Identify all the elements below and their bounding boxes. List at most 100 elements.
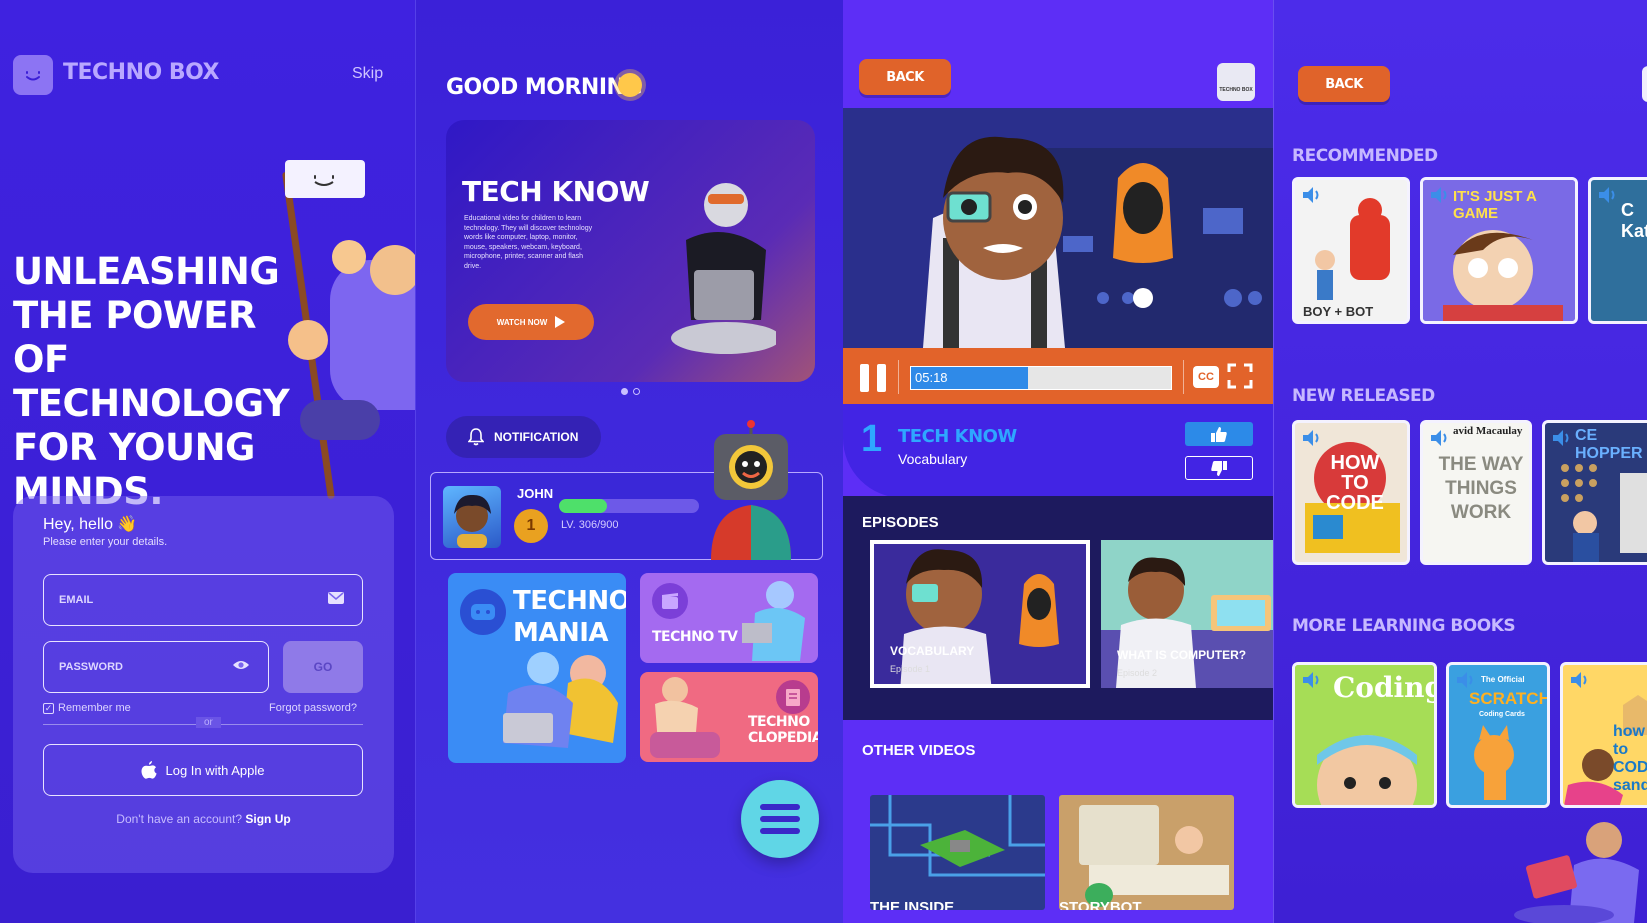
video-frame[interactable] <box>843 108 1273 348</box>
techno-box-logo: TECHNO BOX <box>1217 63 1255 101</box>
book-card[interactable]: Coding! <box>1292 662 1437 808</box>
apple-login-label: Log In with Apple <box>165 762 265 778</box>
signup-prompt: Don't have an account? Sign Up <box>13 812 394 826</box>
library-screen: BACK RECOMMENDED BOY + BOT IT'S JUST A G… <box>1273 0 1647 923</box>
carousel-dots <box>621 388 640 395</box>
recommended-heading: RECOMMENDED <box>1292 146 1438 166</box>
speaker-icon[interactable] <box>1300 427 1322 449</box>
techno-mania-tile[interactable]: TECHNO MANIA <box>448 573 626 763</box>
book-title: BOY + BOT <box>1303 304 1374 319</box>
play-icon <box>555 316 566 328</box>
login-screen: TECHNO BOX Skip UNLEASHING THE POWER OF … <box>0 0 415 923</box>
video-title: THE INSIDE <box>870 899 955 910</box>
hamburger-icon <box>760 804 800 834</box>
skip-link[interactable]: Skip <box>352 65 383 83</box>
other-videos-heading: OTHER VIDEOS <box>862 742 976 759</box>
notification-button[interactable]: NOTIFICATION <box>446 416 601 458</box>
back-button[interactable]: BACK <box>859 59 951 95</box>
menu-button[interactable] <box>741 780 819 858</box>
book-card[interactable]: HOW TO CODE <box>1292 420 1410 565</box>
episode-card[interactable]: VOCABULARY Episode 1 <box>870 540 1090 688</box>
book-title: HOW TO CODE <box>1326 452 1384 514</box>
app-showcase: TECHNO BOX Skip UNLEASHING THE POWER OF … <box>0 0 1647 923</box>
dislike-button[interactable] <box>1185 456 1253 480</box>
book-title: THE WAY THINGS WORK <box>1438 454 1524 523</box>
book-card[interactable]: BOY + BOT <box>1292 177 1410 324</box>
hero-headline: UNLEASHING THE POWER OF TECHNOLOGY FOR Y… <box>13 250 290 513</box>
remember-me-checkbox[interactable]: ✓ Remember me <box>43 702 131 714</box>
notification-label: NOTIFICATION <box>494 430 579 444</box>
episodes-section: EPISODES VOCABULARY Episode 1 WHAT IS CO… <box>843 496 1273 720</box>
mascot-leg <box>300 400 380 440</box>
speaker-icon[interactable] <box>1596 184 1618 206</box>
level-progress-bar <box>559 499 699 513</box>
thumbs-down-icon <box>1211 460 1227 476</box>
keyboard-thumbnail <box>1059 795 1234 910</box>
circuit-board-thumbnail <box>870 795 1045 910</box>
carousel-dot[interactable] <box>621 388 628 395</box>
apple-icon <box>141 760 158 779</box>
episode-card[interactable]: WHAT IS COMPUTER? Episode 2 <box>1101 540 1273 688</box>
speaker-icon[interactable] <box>1550 427 1572 449</box>
speaker-icon[interactable] <box>1300 184 1322 206</box>
logo-edge <box>1642 66 1647 102</box>
medal-badge: 1 <box>514 509 548 543</box>
episode-card-title: VOCABULARY <box>890 644 975 658</box>
episode-thumbnail <box>1101 540 1273 688</box>
thumbs-up-icon <box>1211 426 1227 442</box>
sun-icon <box>618 73 642 97</box>
laptop-character-illustration <box>671 183 776 354</box>
techno-tv-tile[interactable]: TECHNO TV <box>640 573 818 663</box>
eye-icon[interactable] <box>232 658 250 676</box>
video-progress-bar[interactable] <box>910 366 1172 390</box>
sign-up-link[interactable]: Sign Up <box>245 812 290 826</box>
book-title: SCRATCH <box>1469 689 1550 708</box>
like-button[interactable] <box>1185 422 1253 446</box>
speaker-icon[interactable] <box>1454 669 1476 691</box>
closed-captions-button[interactable]: CC <box>1193 366 1219 388</box>
techno-clopedia-tile[interactable]: TECHNO CLOPEDIA <box>640 672 818 762</box>
watch-now-button[interactable]: WATCH NOW <box>468 304 594 340</box>
remember-label: Remember me <box>58 702 131 714</box>
other-videos-section: OTHER VIDEOS THE INSIDE STORYBOT <box>843 720 1273 923</box>
book-title: Coding! <box>1333 671 1434 704</box>
mascot-fist <box>332 240 366 274</box>
watch-now-label: WATCH NOW <box>496 317 548 327</box>
greeting: Hey, hello 👋 <box>43 516 138 533</box>
episode-subtitle: Vocabulary <box>898 451 968 467</box>
episode-title: TECH KNOW <box>898 426 1017 447</box>
back-button[interactable]: BACK <box>1298 66 1390 102</box>
speaker-icon[interactable] <box>1428 427 1450 449</box>
book-subtitle: Coding Cards <box>1479 711 1525 718</box>
forgot-password-link[interactable]: Forgot password? <box>269 702 357 714</box>
episode-card-sub: Episode 2 <box>1117 668 1158 678</box>
fullscreen-icon[interactable] <box>1227 363 1253 389</box>
book-card[interactable]: IT'S JUST A GAME <box>1420 177 1578 324</box>
book-card[interactable]: C Kath <box>1588 177 1647 324</box>
book-card[interactable]: CE HOPPER <box>1542 420 1647 565</box>
speaker-icon[interactable] <box>1568 669 1590 691</box>
video-time: 05:18 <box>915 370 948 385</box>
login-card: Hey, hello 👋 Please enter your details. … <box>13 496 394 873</box>
banner-title: TECH KNOW <box>462 175 650 208</box>
book-card[interactable]: The Official SCRATCH Coding Cards <box>1446 662 1550 808</box>
greeting-subtitle: Please enter your details. <box>43 536 168 548</box>
or-label: or <box>196 717 221 728</box>
new-released-heading: NEW RELEASED <box>1292 386 1435 406</box>
email-field[interactable]: EMAIL <box>43 574 363 626</box>
video-thumbnail[interactable]: THE INSIDE <box>870 795 1045 910</box>
user-name: JOHN <box>517 486 554 501</box>
password-field[interactable]: PASSWORD <box>43 641 269 693</box>
smiley-logo-icon <box>13 55 53 95</box>
apple-login-button[interactable]: Log In with Apple <box>43 744 363 796</box>
book-card[interactable]: avid Macaulay THE WAY THINGS WORK <box>1420 420 1532 565</box>
go-button[interactable]: GO <box>283 641 363 693</box>
video-thumbnail[interactable]: STORYBOT <box>1059 795 1234 910</box>
book-card[interactable]: how to COD a sandca <box>1560 662 1647 808</box>
carousel-dot[interactable] <box>633 388 640 395</box>
pause-icon[interactable] <box>857 362 889 394</box>
speaker-icon[interactable] <box>1300 669 1322 691</box>
mascot-hand <box>288 320 328 360</box>
speaker-icon[interactable] <box>1428 184 1450 206</box>
featured-banner[interactable]: TECH KNOW Educational video for children… <box>446 120 815 382</box>
